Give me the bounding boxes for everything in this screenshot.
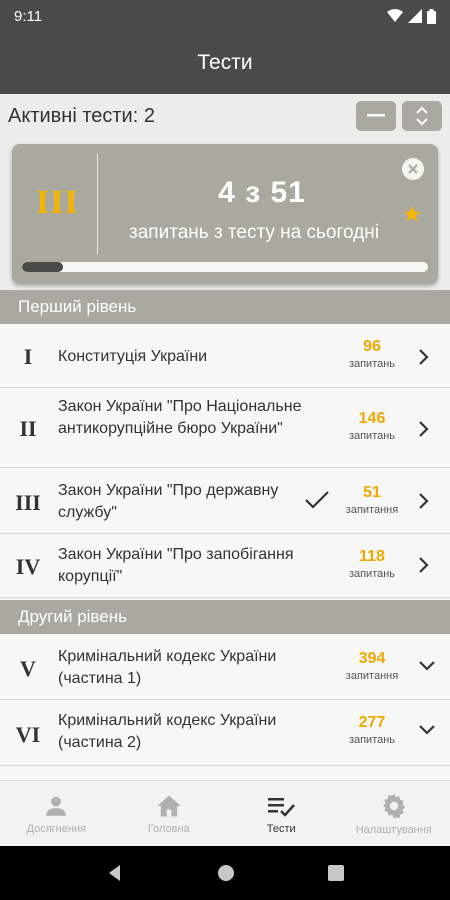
nav-achievements[interactable]: Досягнення bbox=[0, 781, 113, 846]
close-icon bbox=[408, 164, 418, 174]
item-name: Закон України "Про Національне антикоруп… bbox=[58, 398, 302, 437]
test-item-3[interactable]: III Закон України "Про державну службу" … bbox=[0, 468, 450, 534]
item-name: Закон України "Про державну службу" bbox=[58, 482, 279, 521]
item-numeral: III bbox=[15, 490, 41, 515]
item-count-number: 51 bbox=[363, 484, 381, 501]
status-time: 9:11 bbox=[14, 7, 43, 25]
wifi-icon bbox=[387, 9, 403, 22]
star-icon[interactable] bbox=[402, 204, 422, 224]
item-name: Конституція України bbox=[58, 348, 208, 365]
recents-icon[interactable] bbox=[327, 865, 344, 881]
item-numeral: I bbox=[23, 344, 33, 369]
signal-icon bbox=[408, 9, 422, 23]
today-progress-fill bbox=[22, 262, 63, 272]
item-count-unit: запитань bbox=[348, 568, 396, 580]
minus-icon bbox=[367, 114, 385, 117]
item-count-number: 146 bbox=[358, 410, 386, 427]
nav-tests[interactable]: Тести bbox=[225, 781, 338, 846]
section-header-level-1: Перший рівень bbox=[0, 290, 450, 324]
bottom-navigation: Досягнення Головна Тести Налаштування bbox=[0, 780, 450, 846]
person-icon bbox=[46, 796, 66, 816]
chevron-right-icon[interactable] bbox=[418, 420, 430, 438]
item-numeral: IV bbox=[15, 554, 41, 579]
today-test-card[interactable]: III 4 з 51 запитань з тесту на сьогодні bbox=[12, 144, 438, 284]
page-title: Тести bbox=[197, 51, 253, 74]
today-progress-count: 4 з 51 bbox=[218, 176, 306, 209]
nav-home[interactable]: Головна bbox=[113, 781, 226, 846]
system-navigation-bar bbox=[0, 846, 450, 900]
item-count-number: 118 bbox=[359, 548, 385, 565]
today-card-area: III 4 з 51 запитань з тесту на сьогодні bbox=[0, 138, 450, 290]
item-numeral: II bbox=[19, 416, 37, 441]
item-count: 146 запитань bbox=[336, 410, 408, 442]
battery-icon bbox=[427, 8, 436, 24]
item-count: 51 запитання bbox=[336, 484, 408, 516]
test-item-4[interactable]: IV Закон України "Про запобігання корупц… bbox=[0, 534, 450, 598]
test-item-1[interactable]: I Конституція України 96 запитань bbox=[0, 324, 450, 388]
card-divider bbox=[97, 154, 98, 254]
section-title: Перший рівень bbox=[18, 297, 137, 316]
today-progress-bar bbox=[22, 262, 428, 272]
check-icon bbox=[305, 491, 329, 509]
active-tests-row: Активні тести: 2 bbox=[0, 94, 450, 138]
item-count-number: 394 bbox=[358, 650, 386, 667]
item-count: 277 запитань bbox=[336, 714, 408, 746]
back-icon[interactable] bbox=[106, 864, 124, 882]
item-numeral: VI bbox=[15, 722, 41, 747]
close-card-button[interactable] bbox=[402, 158, 424, 180]
nav-label: Налаштування bbox=[355, 823, 432, 836]
item-numeral: V bbox=[20, 656, 36, 681]
collapse-button[interactable] bbox=[356, 101, 396, 131]
item-count-unit: запитань bbox=[348, 430, 396, 442]
nav-label: Досягнення bbox=[26, 822, 86, 835]
item-count-unit: запитань bbox=[348, 734, 396, 746]
item-count: 394 запитання bbox=[336, 650, 408, 682]
active-tests-label: Активні тести: 2 bbox=[8, 104, 155, 127]
status-bar: 9:11 bbox=[0, 0, 450, 32]
test-item-6[interactable]: VI Кримінальний кодекс України (частина … bbox=[0, 700, 450, 766]
gear-icon bbox=[382, 793, 405, 818]
item-count: 96 запитань bbox=[336, 338, 408, 370]
chevron-down-icon[interactable] bbox=[418, 660, 436, 672]
item-name: Кримінальний кодекс України (частина 1) bbox=[58, 648, 277, 687]
nav-settings[interactable]: Налаштування bbox=[338, 781, 450, 846]
chevron-right-icon[interactable] bbox=[418, 492, 430, 510]
item-count-unit: запитання bbox=[345, 504, 399, 516]
test-item-5[interactable]: V Кримінальний кодекс України (частина 1… bbox=[0, 634, 450, 700]
item-count: 118 запитань bbox=[336, 548, 408, 580]
item-count-unit: запитань bbox=[348, 358, 396, 370]
expand-collapse-button[interactable] bbox=[402, 101, 442, 131]
item-name: Кримінальний кодекс України (частина 2) bbox=[58, 712, 277, 751]
checklist-icon bbox=[268, 797, 296, 817]
today-subtitle: запитань з тесту на сьогодні bbox=[129, 222, 379, 243]
today-level-numeral: III bbox=[36, 184, 79, 221]
nav-label: Тести bbox=[266, 822, 296, 835]
item-count-unit: запитання bbox=[345, 670, 399, 682]
chevron-down-icon[interactable] bbox=[418, 724, 436, 736]
unfold-icon bbox=[416, 106, 428, 126]
section-header-level-2: Другий рівень bbox=[0, 600, 450, 634]
chevron-right-icon[interactable] bbox=[418, 556, 430, 574]
nav-label: Головна bbox=[147, 822, 190, 835]
app-bar: Тести bbox=[0, 32, 450, 94]
chevron-right-icon[interactable] bbox=[418, 348, 430, 366]
section-title: Другий рівень bbox=[18, 607, 127, 626]
item-count-number: 96 bbox=[363, 338, 381, 355]
item-name: Закон України "Про запобігання корупції" bbox=[58, 546, 294, 585]
home-icon bbox=[157, 795, 181, 816]
test-item-2[interactable]: II Закон України "Про Національне антико… bbox=[0, 388, 450, 468]
home-circle-icon[interactable] bbox=[217, 864, 235, 882]
item-count-number: 277 bbox=[358, 714, 386, 731]
